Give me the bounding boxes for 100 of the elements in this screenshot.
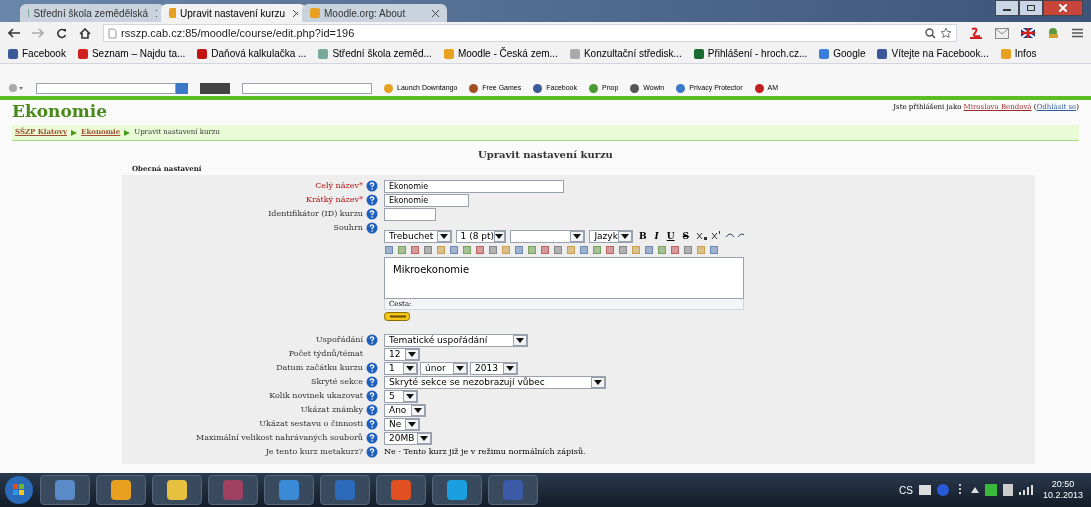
toolbar-icon[interactable] [462, 245, 472, 255]
bookmark[interactable]: Google [819, 46, 866, 61]
help-icon[interactable] [366, 193, 378, 206]
taskbar-app-icon[interactable] [96, 475, 146, 505]
select-field[interactable]: Ne [384, 418, 420, 431]
help-icon[interactable] [366, 376, 378, 388]
select-field[interactable]: 12 [384, 348, 420, 361]
help-icon[interactable] [366, 207, 378, 220]
toolbar-icon[interactable] [657, 245, 667, 255]
format-button[interactable]: I [652, 229, 661, 243]
mail-icon[interactable] [995, 27, 1009, 39]
select-field[interactable]: Skryté sekce se nezobrazují vůbec [384, 376, 606, 389]
language-indicator[interactable]: CS [899, 482, 913, 498]
toolbar-icon[interactable] [644, 245, 654, 255]
help-icon[interactable] [366, 432, 378, 444]
toolbar-icon[interactable] [670, 245, 680, 255]
toolbar-icon[interactable] [423, 245, 433, 255]
taskbar-app-icon[interactable] [432, 475, 482, 505]
home-icon[interactable] [79, 27, 91, 39]
toolbar-icon[interactable] [605, 245, 615, 255]
help-badge-icon[interactable] [384, 312, 410, 321]
select-field[interactable]: Trebuchet [384, 229, 452, 243]
address-bar[interactable]: rsszp.cab.cz:85/moodle/course/edit.php?id=196 [103, 24, 957, 42]
help-icon[interactable] [366, 362, 378, 374]
extension-icon[interactable] [969, 27, 983, 39]
taskbar-app-icon[interactable] [152, 475, 202, 505]
bookmark[interactable]: Přihlášení - hroch.cz... [693, 46, 808, 61]
select-field[interactable]: Ano [384, 404, 426, 417]
select-field[interactable] [509, 229, 586, 243]
dropdown-arrow-icon[interactable] [403, 363, 417, 374]
help-icon[interactable] [366, 404, 378, 416]
toolbar-icon[interactable] [592, 245, 602, 255]
dropdown-arrow-icon[interactable] [570, 230, 585, 242]
menu-icon[interactable] [1072, 28, 1083, 38]
bookmark[interactable]: Seznam – Najdu ta... [77, 46, 186, 61]
help-icon[interactable] [366, 390, 378, 402]
search-field[interactable] [36, 82, 176, 94]
help-icon[interactable] [366, 221, 378, 234]
editor-area[interactable]: Mikroekonomie [384, 257, 744, 299]
bookmark[interactable]: Facebook [8, 46, 66, 61]
power-icon[interactable] [1002, 484, 1013, 496]
format-button[interactable]: U [664, 229, 677, 243]
toolbar-icon[interactable] [540, 245, 550, 255]
toolbar-icon[interactable] [475, 245, 485, 255]
toolbar-icon[interactable] [449, 245, 459, 255]
toolbar-icon[interactable] [384, 245, 394, 255]
toolbar-icon[interactable] [618, 245, 628, 255]
zoom-icon[interactable] [925, 27, 936, 39]
text-field[interactable]: Ekonomie [384, 193, 469, 207]
browser-tab[interactable]: Moodle.org: About [302, 4, 447, 22]
subscript-superscript-icon[interactable] [695, 231, 721, 242]
bookmark[interactable]: Daňová kalkulačka ... [197, 46, 307, 61]
puzzle-icon[interactable] [1047, 27, 1060, 39]
text-field[interactable] [384, 207, 436, 221]
toolbar-icon[interactable] [410, 245, 420, 255]
dropdown-arrow-icon[interactable] [503, 363, 517, 374]
clock-time[interactable]: 20:50 [1051, 479, 1075, 490]
close-icon[interactable] [432, 9, 439, 17]
dropdown-arrow-icon[interactable] [411, 405, 425, 416]
start-button[interactable] [4, 475, 34, 505]
browser-tab[interactable]: Upravit nastavení kurzu [161, 4, 306, 22]
browser-tab[interactable]: Střední škola zemědělská [20, 4, 165, 22]
star-icon[interactable] [940, 27, 952, 39]
bookmark[interactable]: Střední škola zeměd... [318, 46, 432, 61]
format-button[interactable]: B [636, 229, 649, 243]
select-field[interactable]: 1 [384, 362, 418, 375]
toolbar-icon[interactable] [488, 245, 498, 255]
minimize-button[interactable] [995, 0, 1019, 16]
select-field[interactable]: Tematické uspořádání [384, 334, 528, 347]
help-icon[interactable] [366, 418, 378, 430]
dropdown-arrow-icon[interactable] [405, 419, 419, 430]
toolbar-icon[interactable] [683, 245, 693, 255]
dropdown-arrow-icon[interactable] [513, 335, 527, 346]
dropdown-arrow-icon[interactable] [617, 230, 632, 242]
select-field[interactable]: 20MB [384, 432, 432, 445]
select-field[interactable]: 1 (8 pt) [455, 229, 506, 243]
dropdown-arrow-icon[interactable] [494, 230, 505, 242]
bookmark[interactable]: Konzultační středisk... [569, 46, 682, 61]
bookmark[interactable]: Vítejte na Facebook... [877, 46, 989, 61]
help-icon[interactable] [366, 446, 378, 458]
signal-icon[interactable] [1018, 485, 1033, 495]
tray-icon[interactable] [918, 485, 931, 495]
toolbar-icon[interactable] [579, 245, 589, 255]
clock-date[interactable]: 10.2.2013 [1042, 490, 1083, 501]
toolbar-icon[interactable] [709, 245, 719, 255]
select-field[interactable]: únor [420, 362, 468, 375]
dropdown-arrow-icon[interactable] [436, 230, 451, 242]
tray-app-icon[interactable] [984, 484, 997, 496]
toolbar-icon[interactable] [553, 245, 563, 255]
maximize-button[interactable] [1019, 0, 1043, 16]
help-icon[interactable] [366, 179, 378, 192]
text-field[interactable]: Ekonomie [384, 179, 564, 193]
taskbar-app-icon[interactable] [40, 475, 90, 505]
toolbar-icon[interactable] [527, 245, 537, 255]
toolbar-icon[interactable] [397, 245, 407, 255]
search-button[interactable] [176, 82, 188, 94]
help-icon[interactable] [366, 334, 378, 346]
close-button[interactable] [1043, 0, 1083, 16]
format-button[interactable]: S [680, 229, 692, 243]
flag-icon[interactable] [1021, 28, 1035, 38]
